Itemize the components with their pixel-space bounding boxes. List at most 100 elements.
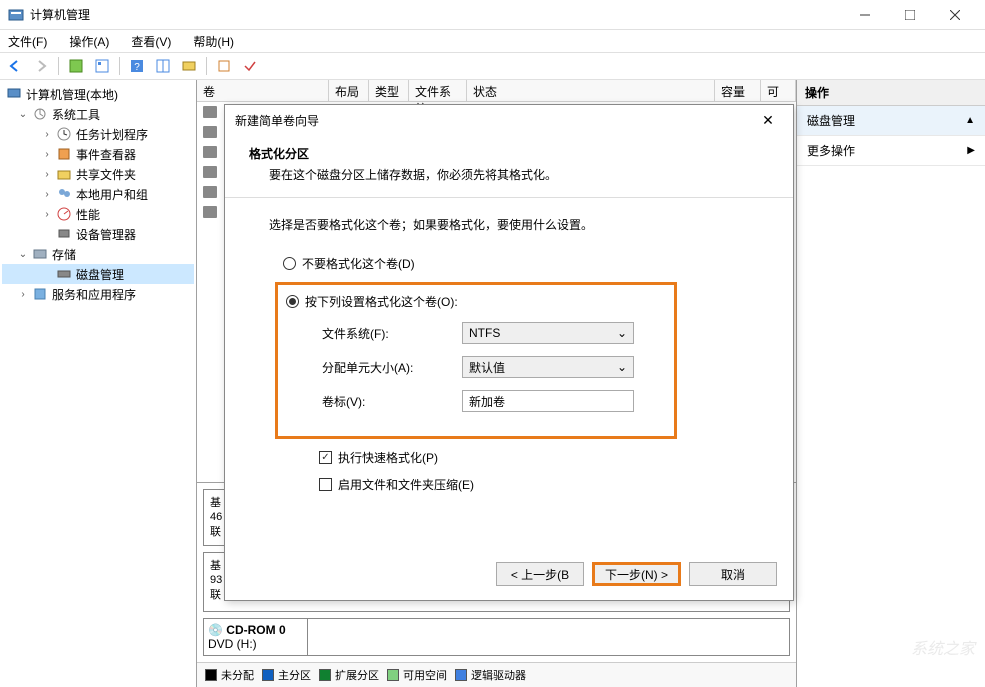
check-quick-format[interactable]: 执行快速格式化(P) [269, 449, 749, 466]
chevron-right-icon[interactable]: › [42, 189, 52, 200]
menu-file[interactable]: 文件(F) [4, 31, 51, 52]
legend: 未分配 主分区 扩展分区 可用空间 逻辑驱动器 [197, 662, 796, 687]
svg-text:?: ? [134, 62, 140, 73]
tree-system-tools[interactable]: ⌄ 系统工具 [2, 104, 194, 124]
col-free[interactable]: 可 [761, 80, 796, 101]
format-settings-highlight: 按下列设置格式化这个卷(O): 文件系统(F): NTFS ⌄ 分配单元大小(A… [275, 282, 677, 439]
cancel-button[interactable]: 取消 [689, 562, 777, 586]
alloc-combo[interactable]: 默认值 ⌄ [462, 356, 634, 378]
volume-icon [203, 186, 217, 198]
tree-event-viewer[interactable]: › 事件查看器 [2, 144, 194, 164]
app-icon [8, 7, 24, 23]
maximize-button[interactable] [887, 1, 932, 29]
vol-label: 卷标(V): [322, 393, 462, 410]
tools-icon [32, 106, 48, 122]
alloc-label: 分配单元大小(A): [322, 359, 462, 376]
storage-icon [32, 246, 48, 262]
back-button[interactable]: < 上一步(B [496, 562, 584, 586]
dialog-body: 选择是否要格式化这个卷；如果要格式化，要使用什么设置。 不要格式化这个卷(D) … [225, 198, 793, 513]
window-title: 计算机管理 [30, 6, 842, 23]
collapse-icon: ▲ [965, 115, 975, 126]
tree-root[interactable]: 计算机管理(本地) [2, 84, 194, 104]
tb-icon-3[interactable] [152, 55, 174, 77]
radio-no-format[interactable]: 不要格式化这个卷(D) [269, 255, 749, 272]
chevron-right-icon[interactable]: › [42, 209, 52, 220]
legend-logical: 逻辑驱动器 [455, 667, 526, 683]
dialog-header: 格式化分区 要在这个磁盘分区上储存数据，你必须先将其格式化。 [225, 135, 793, 197]
close-button[interactable] [932, 1, 977, 29]
col-layout[interactable]: 布局 [329, 80, 369, 101]
tree-services-apps[interactable]: › 服务和应用程序 [2, 284, 194, 304]
tree-local-users[interactable]: › 本地用户和组 [2, 184, 194, 204]
legend-unalloc: 未分配 [205, 667, 254, 683]
volume-icon [203, 126, 217, 138]
row-vol-label: 卷标(V): 新加卷 [286, 390, 666, 412]
fs-label: 文件系统(F): [322, 325, 462, 342]
tb-icon-5[interactable] [213, 55, 235, 77]
dialog-title: 新建简单卷向导 [235, 112, 753, 129]
tree-shared-folders[interactable]: › 共享文件夹 [2, 164, 194, 184]
minimize-button[interactable] [842, 1, 887, 29]
tb-icon-6[interactable] [239, 55, 261, 77]
legend-primary: 主分区 [262, 667, 311, 683]
chevron-down-icon: ⌄ [617, 360, 627, 374]
back-button[interactable] [4, 55, 26, 77]
menu-action[interactable]: 操作(A) [65, 31, 113, 52]
dialog-subheading: 要在这个磁盘分区上储存数据，你必须先将其格式化。 [249, 166, 769, 183]
tb-icon-4[interactable] [178, 55, 200, 77]
checkbox-icon [319, 451, 332, 464]
radio-icon [286, 295, 299, 308]
tree-device-manager[interactable]: › 设备管理器 [2, 224, 194, 244]
menu-help[interactable]: 帮助(H) [189, 31, 238, 52]
radio-icon [283, 257, 296, 270]
cdrom-block[interactable]: 💿 CD-ROM 0 DVD (H:) [203, 618, 790, 656]
tree-storage[interactable]: ⌄ 存储 [2, 244, 194, 264]
next-button[interactable]: 下一步(N) > [592, 562, 681, 586]
chevron-down-icon[interactable]: ⌄ [18, 109, 28, 120]
fs-combo[interactable]: NTFS ⌄ [462, 322, 634, 344]
forward-button[interactable] [30, 55, 52, 77]
legend-extended: 扩展分区 [319, 667, 379, 683]
help-icon[interactable]: ? [126, 55, 148, 77]
volume-icon [203, 106, 217, 118]
tb-icon-2[interactable] [91, 55, 113, 77]
tree-task-scheduler[interactable]: › 任务计划程序 [2, 124, 194, 144]
menu-view[interactable]: 查看(V) [127, 31, 175, 52]
radio-format[interactable]: 按下列设置格式化这个卷(O): [286, 293, 666, 310]
checkbox-icon [319, 478, 332, 491]
tree-performance[interactable]: › 性能 [2, 204, 194, 224]
row-alloc: 分配单元大小(A): 默认值 ⌄ [286, 356, 666, 378]
volume-list-header: 卷 布局 类型 文件系统 状态 容量 可 [197, 80, 796, 102]
chevron-right-icon[interactable]: › [42, 149, 52, 160]
col-fs[interactable]: 文件系统 [409, 80, 467, 101]
action-panel: 操作 磁盘管理 ▲ 更多操作 ▶ [797, 80, 985, 687]
chevron-down-icon[interactable]: ⌄ [18, 249, 28, 260]
col-status[interactable]: 状态 [467, 80, 715, 101]
check-compress[interactable]: 启用文件和文件夹压缩(E) [269, 476, 749, 493]
services-icon [32, 286, 48, 302]
tb-icon-1[interactable] [65, 55, 87, 77]
dialog-close-button[interactable]: ✕ [753, 112, 783, 129]
chevron-right-icon[interactable]: › [42, 129, 52, 140]
col-capacity[interactable]: 容量 [715, 80, 761, 101]
users-icon [56, 186, 72, 202]
computer-icon [6, 86, 22, 102]
chevron-right-icon[interactable]: › [18, 289, 28, 300]
chevron-down-icon: ⌄ [617, 326, 627, 340]
tree-panel: 计算机管理(本地) ⌄ 系统工具 › 任务计划程序 › 事件查看器 › 共享文件… [0, 80, 197, 687]
action-more[interactable]: 更多操作 ▶ [797, 136, 985, 166]
volume-icon [203, 166, 217, 178]
col-type[interactable]: 类型 [369, 80, 409, 101]
device-icon [56, 226, 72, 242]
event-icon [56, 146, 72, 162]
dialog-title-bar: 新建简单卷向导 ✕ [225, 105, 793, 135]
col-volume[interactable]: 卷 [197, 80, 329, 101]
folder-share-icon [56, 166, 72, 182]
legend-free: 可用空间 [387, 667, 447, 683]
tree-disk-management[interactable]: › 磁盘管理 [2, 264, 194, 284]
watermark: 系统之家 [911, 635, 975, 659]
action-disk-mgmt[interactable]: 磁盘管理 ▲ [797, 106, 985, 136]
vol-label-input[interactable]: 新加卷 [462, 390, 634, 412]
menu-bar: 文件(F) 操作(A) 查看(V) 帮助(H) [0, 30, 985, 52]
chevron-right-icon[interactable]: › [42, 169, 52, 180]
